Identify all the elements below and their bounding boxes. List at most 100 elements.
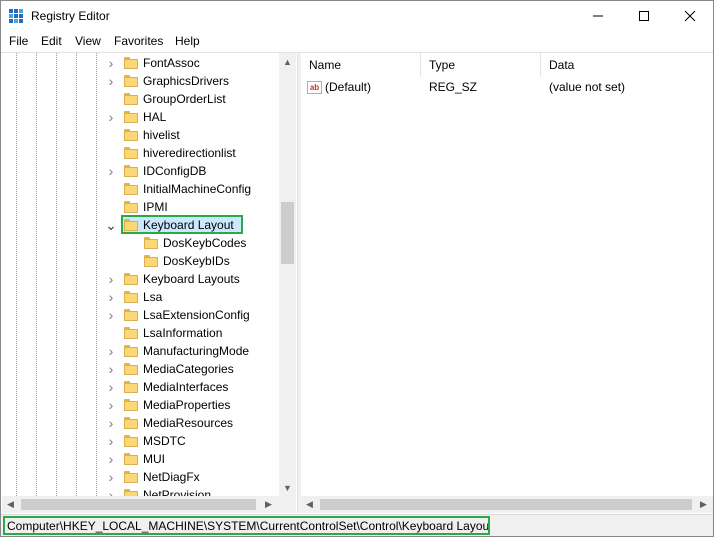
chevron-right-icon[interactable]: ›: [105, 468, 117, 486]
tree-node[interactable]: › NetDiagFx: [2, 468, 282, 486]
menu-file[interactable]: File: [9, 34, 28, 48]
tree-node-label: DosKeybIDs: [163, 254, 230, 268]
tree-node-label: FontAssoc: [143, 56, 200, 70]
tree-node-label: Lsa: [143, 290, 163, 304]
tree-vertical-scrollbar[interactable]: [279, 53, 296, 496]
tree-node[interactable]: › MUI: [2, 450, 282, 468]
chevron-right-icon[interactable]: ›: [105, 72, 117, 90]
tree-node[interactable]: › MSDTC: [2, 432, 282, 450]
folder-icon: [143, 236, 159, 249]
chevron-right-icon[interactable]: ›: [105, 342, 117, 360]
scroll-down-icon[interactable]: ▼: [279, 479, 296, 496]
scroll-right-icon[interactable]: ▶: [260, 496, 277, 513]
tree-node[interactable]: › MediaInterfaces: [2, 378, 282, 396]
folder-icon: [123, 56, 139, 69]
menu-favorites[interactable]: Favorites: [114, 34, 163, 48]
chevron-right-icon[interactable]: ›: [105, 378, 117, 396]
tree-node[interactable]: › MediaCategories: [2, 360, 282, 378]
status-path: Computer\HKEY_LOCAL_MACHINE\SYSTEM\Curre…: [3, 516, 490, 535]
folder-icon: [123, 110, 139, 123]
tree-node[interactable]: › Keyboard Layouts: [2, 270, 282, 288]
tree-node-label: IPMI: [143, 200, 168, 214]
list-horizontal-scroll-thumb[interactable]: [320, 499, 692, 510]
chevron-right-icon[interactable]: ›: [105, 486, 117, 496]
tree-node-label: MUI: [143, 452, 165, 466]
column-header-type[interactable]: Type: [421, 53, 541, 77]
tree-node[interactable]: › Lsa: [2, 288, 282, 306]
folder-icon: [123, 128, 139, 141]
tree-node[interactable]: › FontAssoc: [2, 54, 282, 72]
folder-icon: [123, 326, 139, 339]
tree-node[interactable]: ⌄ Keyboard Layout: [2, 216, 282, 234]
chevron-right-icon[interactable]: ›: [105, 432, 117, 450]
tree-node[interactable]: › ManufacturingMode: [2, 342, 282, 360]
column-header-data[interactable]: Data: [541, 53, 713, 77]
values-list[interactable]: Name Type Data (Default) REG_SZ (value n…: [301, 53, 713, 496]
registry-editor-window: Registry Editor File Edit View Favorites…: [0, 0, 714, 537]
tree-node-label: MediaProperties: [143, 398, 231, 412]
registry-tree[interactable]: › FontAssoc › GraphicsDrivers GroupOrderList…: [2, 53, 297, 496]
tree-node-label: GroupOrderList: [143, 92, 226, 106]
scroll-right-icon[interactable]: ▶: [695, 496, 712, 513]
tree-node-label: MediaResources: [143, 416, 234, 430]
chevron-right-icon[interactable]: ›: [105, 360, 117, 378]
chevron-right-icon[interactable]: ›: [105, 270, 117, 288]
title-bar[interactable]: Registry Editor: [1, 1, 713, 31]
maximize-icon: [639, 11, 649, 21]
menu-edit[interactable]: Edit: [41, 34, 62, 48]
tree-node[interactable]: DosKeybIDs: [2, 252, 282, 270]
scroll-up-icon[interactable]: ▲: [279, 53, 296, 70]
close-icon: [684, 10, 696, 22]
window-title: Registry Editor: [31, 9, 110, 23]
tree-node-label: InitialMachineConfig: [143, 182, 252, 196]
folder-icon: [123, 146, 139, 159]
chevron-right-icon[interactable]: ›: [105, 450, 117, 468]
tree-node-label: GraphicsDrivers: [143, 74, 230, 88]
tree-node[interactable]: DosKeybCodes: [2, 234, 282, 252]
folder-icon: [123, 398, 139, 411]
column-header-name[interactable]: Name: [301, 53, 421, 77]
chevron-right-icon[interactable]: ›: [105, 396, 117, 414]
chevron-right-icon[interactable]: ›: [105, 54, 117, 72]
tree-node[interactable]: › NetProvision: [2, 486, 282, 496]
chevron-right-icon[interactable]: ›: [105, 108, 117, 126]
tree-node[interactable]: hiveredirectionlist: [2, 144, 282, 162]
menu-view[interactable]: View: [75, 34, 101, 48]
tree-node-label: MediaInterfaces: [143, 380, 229, 394]
folder-icon: [123, 164, 139, 177]
minimize-button[interactable]: [575, 1, 621, 31]
tree-node[interactable]: GroupOrderList: [2, 90, 282, 108]
folder-icon: [123, 92, 139, 105]
tree-node-label: Keyboard Layout: [143, 218, 234, 232]
chevron-right-icon[interactable]: ›: [105, 306, 117, 324]
tree-horizontal-scroll-thumb[interactable]: [21, 499, 256, 510]
string-value-icon: ab: [307, 81, 322, 94]
scroll-left-icon[interactable]: ◀: [2, 496, 19, 513]
menu-help[interactable]: Help: [175, 34, 200, 48]
tree-node[interactable]: › MediaResources: [2, 414, 282, 432]
tree-node[interactable]: › IDConfigDB: [2, 162, 282, 180]
folder-icon: [123, 380, 139, 393]
close-button[interactable]: [667, 1, 713, 31]
tree-node[interactable]: › LsaExtensionConfig: [2, 306, 282, 324]
chevron-right-icon[interactable]: ›: [105, 288, 117, 306]
tree-node-label: hiveredirectionlist: [143, 146, 236, 160]
tree-node[interactable]: LsaInformation: [2, 324, 282, 342]
folder-icon: [123, 344, 139, 357]
scroll-left-icon[interactable]: ◀: [301, 496, 318, 513]
folder-icon: [123, 416, 139, 429]
chevron-down-icon[interactable]: ⌄: [105, 216, 117, 234]
folder-icon: [123, 272, 139, 285]
tree-node-label: DosKeybCodes: [163, 236, 247, 250]
tree-vertical-scroll-thumb[interactable]: [281, 202, 294, 264]
chevron-right-icon[interactable]: ›: [105, 162, 117, 180]
chevron-right-icon[interactable]: ›: [105, 414, 117, 432]
tree-node[interactable]: › HAL: [2, 108, 282, 126]
tree-node[interactable]: IPMI: [2, 198, 282, 216]
tree-node[interactable]: › MediaProperties: [2, 396, 282, 414]
tree-node[interactable]: hivelist: [2, 126, 282, 144]
value-data: (value not set): [549, 80, 626, 94]
tree-node[interactable]: › GraphicsDrivers: [2, 72, 282, 90]
tree-node[interactable]: InitialMachineConfig: [2, 180, 282, 198]
maximize-button[interactable]: [621, 1, 667, 31]
